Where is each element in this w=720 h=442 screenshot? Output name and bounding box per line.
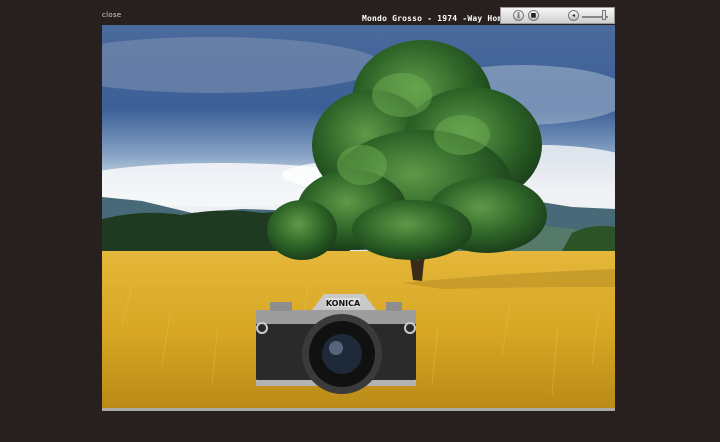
close-button[interactable]: close bbox=[102, 11, 122, 19]
speaker-icon[interactable]: ◂ bbox=[568, 10, 579, 21]
viewer-frame bbox=[102, 408, 615, 411]
volume-slider[interactable] bbox=[602, 10, 606, 20]
camera-brand: KONICA bbox=[326, 299, 361, 308]
camera-image: KONICA bbox=[256, 294, 416, 394]
track-title: Mondo Grosso - 1974 -Way Home- bbox=[362, 14, 513, 23]
stop-icon[interactable]: ■ bbox=[528, 10, 539, 21]
pause-icon[interactable]: ‖ bbox=[513, 10, 524, 21]
photo-viewer: KONICA bbox=[102, 25, 615, 410]
